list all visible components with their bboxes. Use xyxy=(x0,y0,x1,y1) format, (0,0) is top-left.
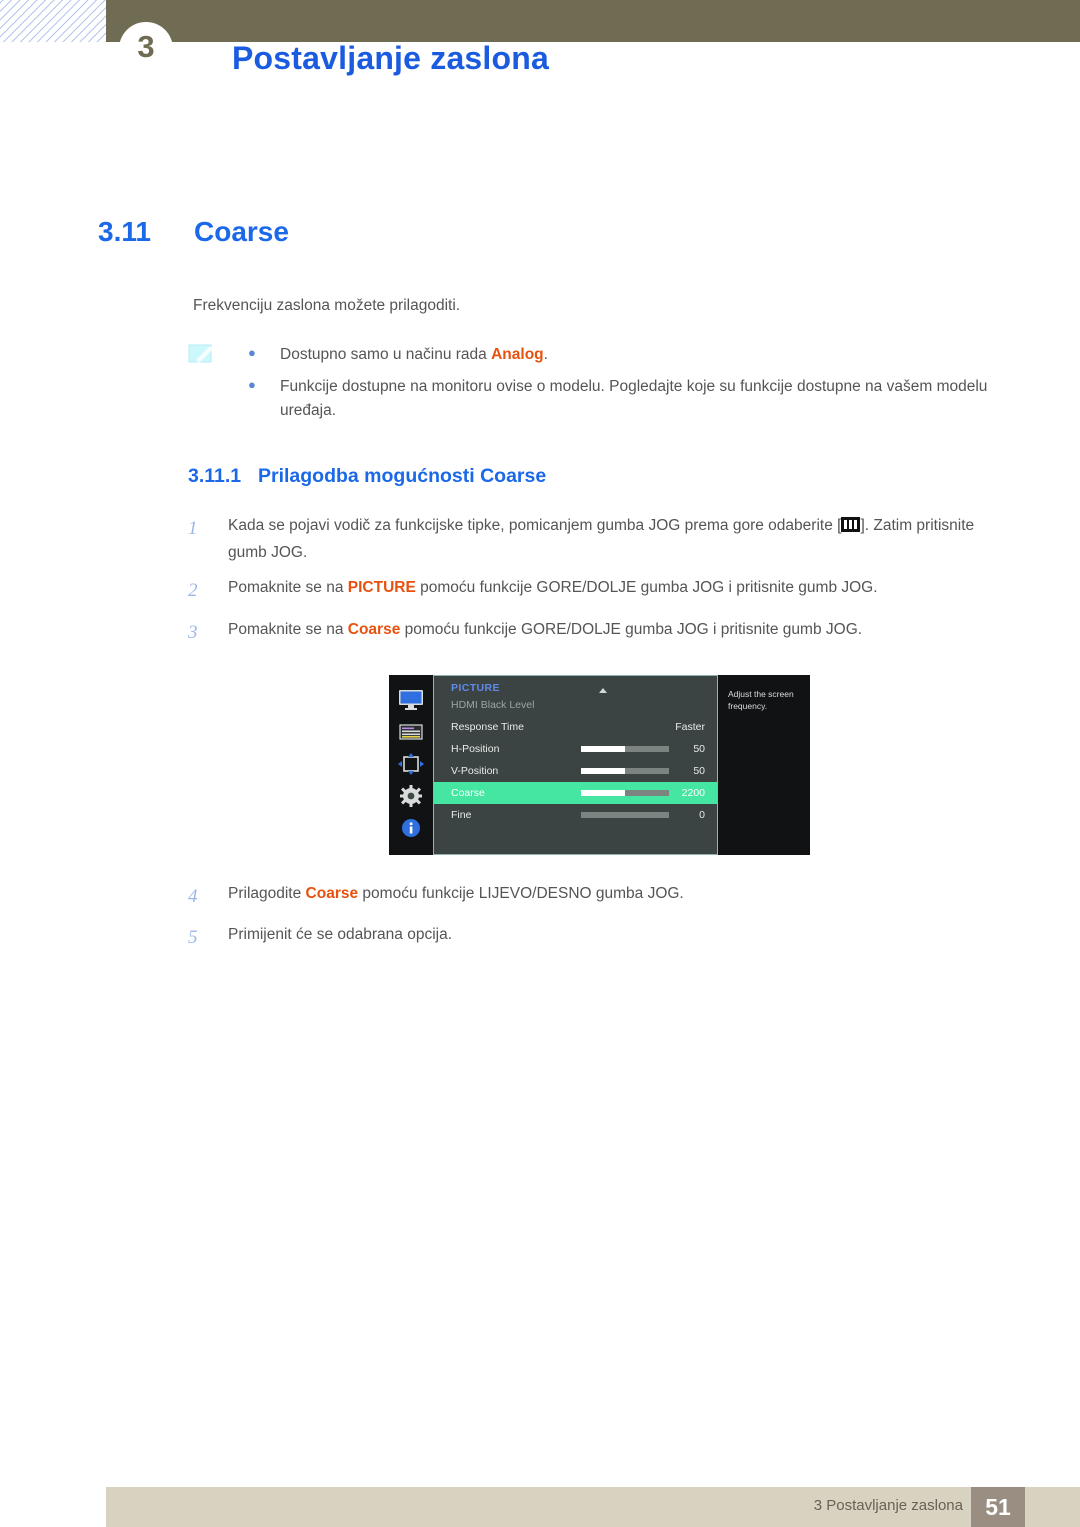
picture-menu-icon xyxy=(841,517,861,532)
osd-row-label: V-Position xyxy=(451,765,499,777)
step-text: Prilagodite Coarse pomoću funkcije LIJEV… xyxy=(228,885,684,902)
osd-help-text: Adjust the screen frequency. xyxy=(718,675,810,855)
osd-row-value: 0 xyxy=(699,809,705,821)
corner-hatch-pattern xyxy=(0,0,106,42)
list-item: 4 Prilagodite Coarse pomoću funkcije LIJ… xyxy=(188,880,1008,913)
subsection-heading: 3.11.1 Prilagodba mogućnosti Coarse xyxy=(188,465,546,488)
osd-slider[interactable] xyxy=(581,746,669,752)
section-heading: 3.11 Coarse xyxy=(98,216,289,248)
osd-row-value: 2200 xyxy=(681,787,705,799)
header-bar xyxy=(106,0,1080,42)
page-number-badge: 51 xyxy=(971,1487,1025,1527)
info-icon[interactable] xyxy=(398,817,424,839)
osd-row-value: 50 xyxy=(693,743,705,755)
section-number: 3.11 xyxy=(98,216,151,247)
osd-row-label: Coarse xyxy=(451,787,485,799)
list-item: 3 Pomaknite se na Coarse pomoću funkcije… xyxy=(188,616,1008,649)
osd-menu-title: PICTURE xyxy=(451,682,500,694)
step-number: 3 xyxy=(188,621,198,643)
osd-slider[interactable] xyxy=(581,768,669,774)
osd-row-response-time[interactable]: Response Time Faster xyxy=(434,716,717,738)
osd-main-panel: PICTURE HDMI Black Level Response Time F… xyxy=(433,675,718,855)
osd-row-label: Fine xyxy=(451,809,472,821)
keyword-analog: Analog xyxy=(491,346,544,363)
osd-row-fine[interactable]: Fine 0 xyxy=(434,804,717,826)
note-bullet-list: ● Dostupno samo u načinu rada Analog. ● … xyxy=(248,343,1008,431)
subsection-number: 3.11.1 xyxy=(188,465,242,487)
keyword-coarse: Coarse xyxy=(347,620,401,638)
chapter-number-badge: 3 xyxy=(119,22,173,76)
list-item: ● Dostupno samo u načinu rada Analog. xyxy=(248,343,1008,367)
list-item: ● Funkcije dostupne na monitoru ovise o … xyxy=(248,375,1008,423)
subsection-title: Prilagodba mogućnosti Coarse xyxy=(258,465,547,487)
step-number: 4 xyxy=(188,886,198,907)
list-item: 1 Kada se pojavi vodič za funkcijske tip… xyxy=(188,512,1008,566)
osd-row-label: H-Position xyxy=(451,743,500,755)
step-text: Pomaknite se na PICTURE pomoću funkcije … xyxy=(228,579,878,597)
osd-row-h-position[interactable]: H-Position 50 xyxy=(434,738,717,760)
gear-icon[interactable] xyxy=(398,785,424,807)
osd-slider[interactable] xyxy=(581,790,669,796)
section-title: Coarse xyxy=(194,216,289,247)
bullet-text: Funkcije dostupne na monitoru ovise o mo… xyxy=(280,378,988,420)
bullet-text: Dostupno samo u načinu rada Analog. xyxy=(280,346,548,363)
bullet-dot-icon: ● xyxy=(248,345,256,360)
osd-row-value: 50 xyxy=(693,765,705,777)
step-number: 2 xyxy=(188,580,198,602)
chevron-up-icon[interactable] xyxy=(599,688,607,693)
osd-row-coarse[interactable]: Coarse 2200 xyxy=(434,782,717,804)
footer-chapter-label: 3 Postavljanje zaslona xyxy=(813,1497,963,1514)
keyword-picture: PICTURE xyxy=(347,579,416,597)
note-pencil-icon xyxy=(188,343,218,365)
bullet-dot-icon: ● xyxy=(248,377,256,393)
list-item: 2 Pomaknite se na PICTURE pomoću funkcij… xyxy=(188,574,1008,607)
move-arrows-icon[interactable] xyxy=(398,753,424,775)
page-title: Postavljanje zaslona xyxy=(232,40,550,76)
list-item: 5 Primijenit će se odabrana opcija. xyxy=(188,921,1008,954)
osd-row-label: Response Time xyxy=(451,721,524,733)
osd-row-label: HDMI Black Level xyxy=(451,699,535,711)
steps-list-bottom: 4 Prilagodite Coarse pomoću funkcije LIJ… xyxy=(188,880,1008,963)
intro-paragraph: Frekvenciju zaslona možete prilagoditi. xyxy=(193,297,461,314)
step-text: Pomaknite se na Coarse pomoću funkcije G… xyxy=(228,620,863,638)
osd-row-value: Faster xyxy=(675,721,705,733)
menu-list-icon[interactable] xyxy=(398,721,424,743)
osd-row-hdmi-black-level[interactable]: HDMI Black Level xyxy=(434,694,717,716)
osd-icon-rail xyxy=(389,675,433,855)
osd-slider[interactable] xyxy=(581,812,669,818)
step-text: Kada se pojavi vodič za funkcijske tipke… xyxy=(228,517,975,562)
keyword-coarse: Coarse xyxy=(305,885,359,902)
step-number: 1 xyxy=(188,518,198,539)
step-text: Primijenit će se odabrana opcija. xyxy=(228,926,453,944)
steps-list-top: 1 Kada se pojavi vodič za funkcijske tip… xyxy=(188,512,1008,657)
step-number: 5 xyxy=(188,927,198,949)
osd-menu-screenshot: PICTURE HDMI Black Level Response Time F… xyxy=(389,675,810,855)
osd-row-v-position[interactable]: V-Position 50 xyxy=(434,760,717,782)
monitor-icon[interactable] xyxy=(398,689,424,711)
